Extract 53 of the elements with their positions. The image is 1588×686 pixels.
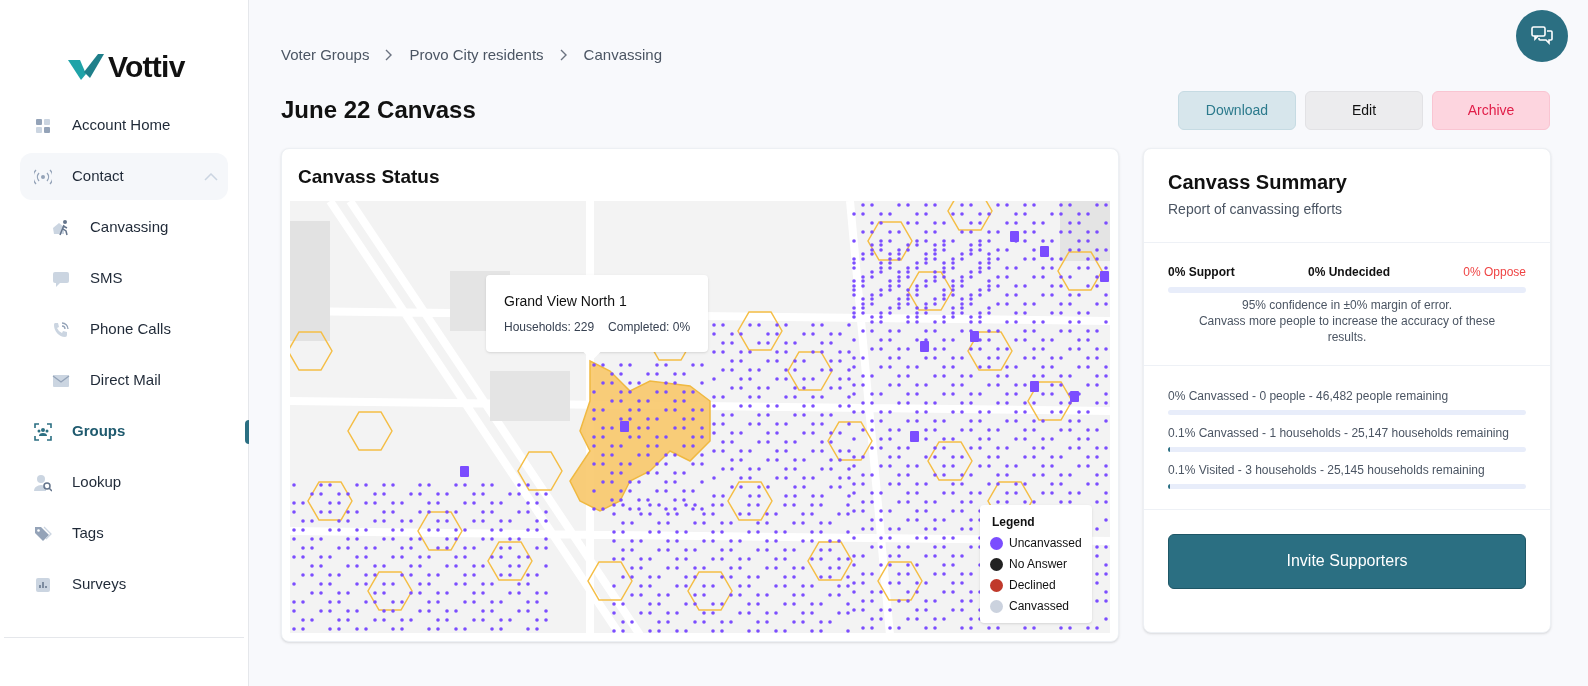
download-button[interactable]: Download: [1178, 90, 1296, 130]
chat-button[interactable]: [1516, 10, 1568, 62]
sidebar-item[interactable]: Groups: [20, 408, 228, 455]
page-title: June 22 Canvass: [281, 95, 477, 125]
phone-icon: [52, 320, 70, 339]
sidebar-item[interactable]: Direct Mail: [20, 357, 228, 404]
logo-icon: [68, 54, 104, 80]
legend-label: Canvassed: [1009, 598, 1070, 615]
sidebar-item[interactable]: Canvassing: [20, 204, 228, 251]
breadcrumb-link[interactable]: Canvassing: [583, 44, 662, 67]
progress-label: 0% Canvassed - 0 people - 46,482 people remaining: [1168, 387, 1450, 404]
undecided-label: 0% Undecided: [1307, 263, 1390, 281]
chevron-icon: [559, 49, 568, 62]
confidence-note: 95% confidence in ±0% margin of error. Canvass more people to increase the accuracy of these results.: [1197, 296, 1497, 345]
legend-label: Declined: [1009, 577, 1056, 594]
edit-button[interactable]: Edit: [1305, 90, 1423, 130]
completed-percent: Completed: 0%: [608, 319, 691, 336]
chat-icon: [1531, 26, 1553, 46]
walking-person-icon: [52, 218, 70, 237]
legend-label: No Answer: [1009, 556, 1068, 573]
legend-label: Uncanvassed: [1009, 535, 1082, 552]
tooltip-title: Grand View North 1: [504, 292, 628, 311]
sidebar-item[interactable]: Phone Calls: [20, 306, 228, 353]
invite-supporters-button[interactable]: Invite Supporters: [1168, 533, 1526, 589]
card-title: Canvass Summary: [1168, 169, 1348, 195]
progress-label: 0.1% Canvassed - 1 households - 25,147 households remaining: [1168, 424, 1510, 441]
chevron-icon: [385, 49, 394, 62]
breadcrumb-link[interactable]: Voter Groups: [281, 44, 370, 67]
oppose-label: 0% Oppose: [1463, 263, 1526, 281]
card-subtitle: Report of canvassing efforts: [1168, 199, 1344, 219]
sidebar-item[interactable]: Surveys: [20, 561, 228, 608]
logo-text: Vottiv: [108, 52, 185, 82]
active-indicator: [245, 420, 249, 444]
legend-title: Legend: [992, 514, 1036, 531]
group-icon: [34, 422, 52, 441]
tag-icon: [34, 524, 52, 543]
progress-label: 0.1% Visited - 3 households - 25,145 households remaining: [1168, 461, 1486, 478]
message-icon: [52, 269, 70, 288]
sidebar-item[interactable]: Lookup: [20, 459, 228, 506]
sidebar-item[interactable]: Tags: [20, 510, 228, 557]
person-search-icon: [34, 473, 52, 492]
card-title: Canvass Status: [297, 164, 441, 189]
bar-chart-icon: [34, 575, 52, 594]
support-label: 0% Support: [1168, 263, 1235, 281]
chevron-icon: [204, 172, 218, 181]
sidebar-item[interactable]: SMS: [20, 255, 228, 302]
broadcast-icon: [34, 167, 52, 186]
sidebar-item[interactable]: Account Home: [20, 102, 228, 149]
archive-button[interactable]: Archive: [1432, 90, 1550, 130]
households-count: Households: 229: [504, 319, 595, 336]
grid-icon: [34, 116, 52, 135]
breadcrumb-link[interactable]: Provo City residents: [409, 44, 544, 67]
sidebar-item[interactable]: Contact: [20, 153, 228, 200]
